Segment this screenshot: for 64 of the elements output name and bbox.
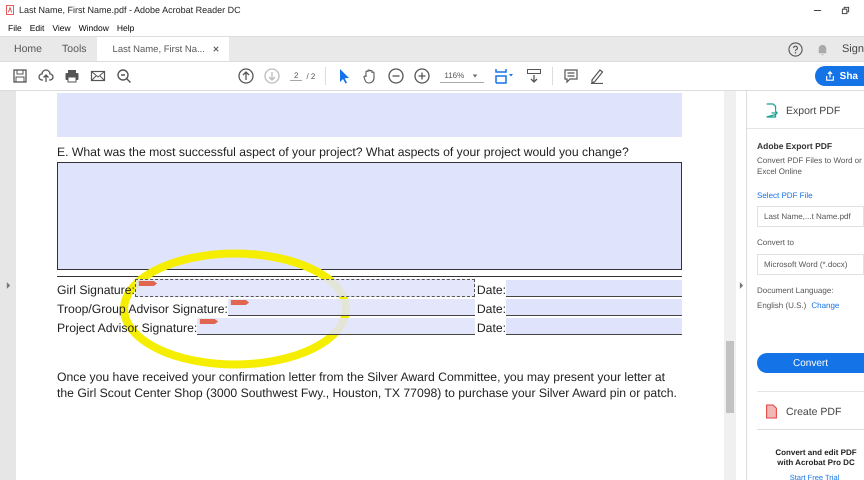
share-icon <box>824 71 835 81</box>
tag-icon <box>138 281 158 286</box>
page-number-field[interactable]: 2 <box>290 71 302 81</box>
date-field[interactable] <box>506 299 682 316</box>
page-total: / 2 <box>306 72 316 80</box>
cloud-upload-icon[interactable] <box>38 68 54 84</box>
change-link[interactable]: Change <box>811 301 840 310</box>
tab[interactable]: Tools <box>52 37 97 61</box>
share-button[interactable]: Sha <box>814 66 864 86</box>
scrollbar-thumb[interactable] <box>726 341 734 413</box>
pen-icon[interactable] <box>589 68 606 84</box>
menu-item[interactable]: Edit <box>30 23 44 33</box>
export-pdf-icon <box>765 103 778 118</box>
tab[interactable]: Home <box>4 37 52 61</box>
answer-box[interactable] <box>57 162 682 270</box>
document-language-label: Document Language: <box>757 285 834 296</box>
menu-item[interactable]: Help <box>116 23 134 33</box>
instruction-paragraph: Once you have received your confirmation letter from the Silver Award Committee, you may present your letter at the Girl Scout Center Shop (3000 Southwest Fwy., Houston, TX 77098) to purchase your Silver Award pin or patch. <box>57 369 678 401</box>
export-pdf-title[interactable]: Export PDF <box>786 104 840 116</box>
panel-heading: Adobe Export PDF <box>757 141 834 151</box>
expand-arrow-icon[interactable] <box>6 282 10 289</box>
panel-description: Convert PDF Files to Word or Excel Online <box>757 155 862 177</box>
signature-field[interactable] <box>228 299 475 316</box>
print-icon[interactable] <box>64 68 80 84</box>
tab[interactable]: Last Name, First Na... <box>96 37 229 61</box>
format-dropdown[interactable]: Microsoft Word (*.docx) <box>757 254 864 275</box>
date-field[interactable] <box>506 280 682 297</box>
zoom-dropdown[interactable]: 116% <box>440 69 484 83</box>
question-text: E. What was the most successful aspect of your project? What aspects of your project would you change? <box>57 145 630 159</box>
signature-field[interactable] <box>197 318 475 335</box>
window-title: Last Name, First Name.pdf - Adobe Acrobat Reader DC <box>19 5 241 15</box>
date-label: Date: <box>476 302 506 316</box>
select-file-link[interactable]: Select PDF File <box>757 191 864 200</box>
scroll-mode-icon[interactable] <box>526 68 542 84</box>
file-name-field[interactable]: Last Name,...t Name.pdf <box>757 206 864 227</box>
sign-in-link[interactable]: Sign <box>842 43 864 55</box>
create-pdf-title[interactable]: Create PDF <box>786 406 842 418</box>
menu-item[interactable]: View <box>52 23 71 33</box>
tag-icon <box>199 319 220 324</box>
zoom-in-icon[interactable] <box>414 68 430 84</box>
signature-field[interactable] <box>134 279 475 297</box>
language-value: English (U.S.) <box>757 300 806 311</box>
convert-button[interactable]: Convert <box>757 353 864 373</box>
menu-item[interactable]: Window <box>78 23 109 33</box>
collapse-arrow-icon[interactable] <box>738 282 744 289</box>
menu-item[interactable]: File <box>8 23 22 33</box>
convert-to-label: Convert to <box>757 237 795 248</box>
help-icon[interactable] <box>788 42 803 56</box>
promo-text: with Acrobat Pro DC <box>777 458 855 468</box>
zoom-out-icon[interactable] <box>388 68 404 84</box>
envelope-icon[interactable] <box>90 68 106 84</box>
create-pdf-icon <box>765 404 778 419</box>
tag-icon <box>230 300 250 305</box>
caret-icon <box>472 72 478 78</box>
promo-text: Convert and edit PDF <box>775 448 857 458</box>
date-field[interactable] <box>506 318 682 335</box>
restore-icon[interactable] <box>841 6 850 14</box>
date-label: Date: <box>476 321 506 335</box>
search-icon[interactable] <box>116 68 132 84</box>
close-icon[interactable] <box>212 46 219 52</box>
pdf-file-icon <box>6 5 14 15</box>
date-label: Date: <box>476 283 506 297</box>
save-icon[interactable] <box>12 68 28 84</box>
comment-icon[interactable] <box>563 68 580 84</box>
